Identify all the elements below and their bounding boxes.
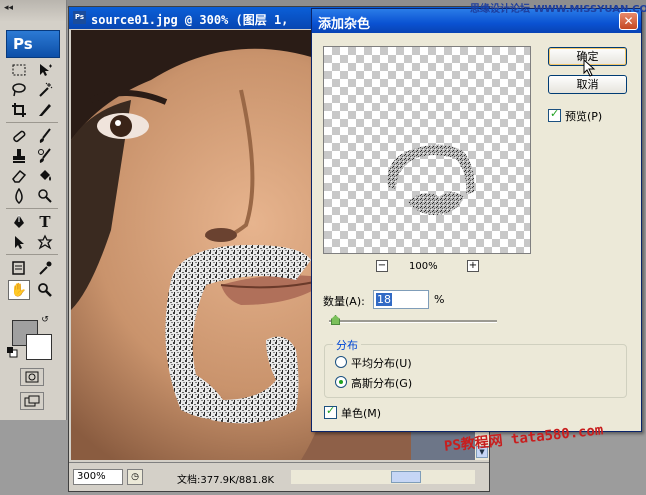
zoom-in-button[interactable]: + [467, 260, 479, 272]
text-tool-icon[interactable]: T [34, 212, 56, 232]
pen-tool-icon[interactable] [8, 212, 30, 232]
healing-brush-icon[interactable] [8, 126, 30, 146]
paint-bucket-icon[interactable] [34, 166, 56, 186]
filter-preview[interactable] [323, 46, 531, 254]
custom-shape-icon[interactable] [34, 232, 56, 252]
tools-separator [6, 208, 58, 209]
tools-handle[interactable]: ◂◂ [0, 0, 66, 22]
brush-tool-icon[interactable] [34, 126, 56, 146]
amount-unit: % [434, 293, 445, 306]
amount-slider-thumb[interactable] [331, 315, 340, 325]
amount-value: 18 [376, 293, 392, 306]
preview-noise-stroke [387, 144, 475, 215]
blur-tool-icon[interactable] [8, 186, 30, 206]
uniform-radio[interactable] [335, 356, 347, 368]
clone-stamp-icon[interactable] [8, 146, 30, 166]
status-bar: 300% ◷ 文档:377.9K/881.8K [69, 462, 489, 491]
horizontal-scroll-thumb[interactable] [391, 471, 421, 483]
mouse-cursor-icon [583, 59, 596, 77]
magic-wand-icon[interactable] [34, 80, 56, 100]
monochromatic-checkbox[interactable] [324, 404, 337, 419]
photoshop-logo: Ps [6, 30, 60, 58]
marquee-tool-icon[interactable] [8, 60, 30, 80]
eyedropper-icon[interactable] [34, 258, 56, 278]
lasso-tool-icon[interactable] [8, 80, 30, 100]
dodge-tool-icon[interactable] [34, 186, 56, 206]
eraser-tool-icon[interactable] [8, 166, 30, 186]
add-noise-dialog: 添加杂色 ✕ − 100% + 确定 取消 预览(P) 数量(A): 18 % [311, 8, 642, 432]
zoom-level-field[interactable]: 300% [73, 469, 123, 485]
amount-input[interactable]: 18 [373, 290, 429, 309]
collapse-icon[interactable]: ◂◂ [4, 3, 13, 13]
preview-zoom-value: 100% [409, 261, 438, 272]
zoom-tool-icon[interactable] [34, 280, 56, 300]
distribution-legend: 分布 [333, 337, 361, 353]
horizontal-scrollbar[interactable] [291, 470, 475, 484]
screen-mode-icon[interactable] [20, 392, 44, 410]
preview-label: 预览(P) [565, 110, 603, 123]
tools-palette: ◂◂ Ps T ✋ ↺ [0, 0, 67, 420]
watermark-top: 思缘设计论坛 WWW.MISSYUAN.COM [470, 4, 646, 15]
uniform-label: 平均分布(U) [351, 357, 412, 370]
notes-tool-icon[interactable] [8, 258, 30, 278]
amount-slider-track[interactable] [329, 320, 497, 323]
tools-separator [6, 254, 58, 255]
preview-checkbox[interactable] [548, 107, 561, 122]
photoshop-doc-icon: Ps [73, 11, 86, 24]
status-menu-icon[interactable]: ◷ [127, 469, 143, 485]
dialog-title: 添加杂色 [318, 17, 371, 32]
document-size: 文档:377.9K/881.8K [177, 475, 275, 486]
document-title: source01.jpg @ 300% (图层 1, [91, 13, 289, 27]
gaussian-label: 高斯分布(G) [351, 377, 413, 390]
gaussian-radio[interactable] [335, 376, 347, 388]
hand-tool-icon[interactable]: ✋ [8, 280, 30, 300]
cancel-button[interactable]: 取消 [548, 75, 627, 94]
monochromatic-label: 单色(M) [341, 407, 382, 420]
tools-separator [6, 122, 58, 123]
slice-tool-icon[interactable] [34, 100, 56, 120]
zoom-out-button[interactable]: − [376, 260, 388, 272]
swap-colors-icon[interactable]: ↺ [38, 314, 52, 326]
move-tool-icon[interactable] [34, 60, 56, 80]
background-color-swatch[interactable] [26, 334, 52, 360]
default-colors-icon[interactable] [6, 346, 18, 358]
quick-mask-icon[interactable] [20, 368, 44, 386]
amount-label: 数量(A): [323, 295, 365, 308]
crop-tool-icon[interactable] [8, 100, 30, 120]
history-brush-icon[interactable] [34, 146, 56, 166]
path-selection-icon[interactable] [8, 232, 30, 252]
